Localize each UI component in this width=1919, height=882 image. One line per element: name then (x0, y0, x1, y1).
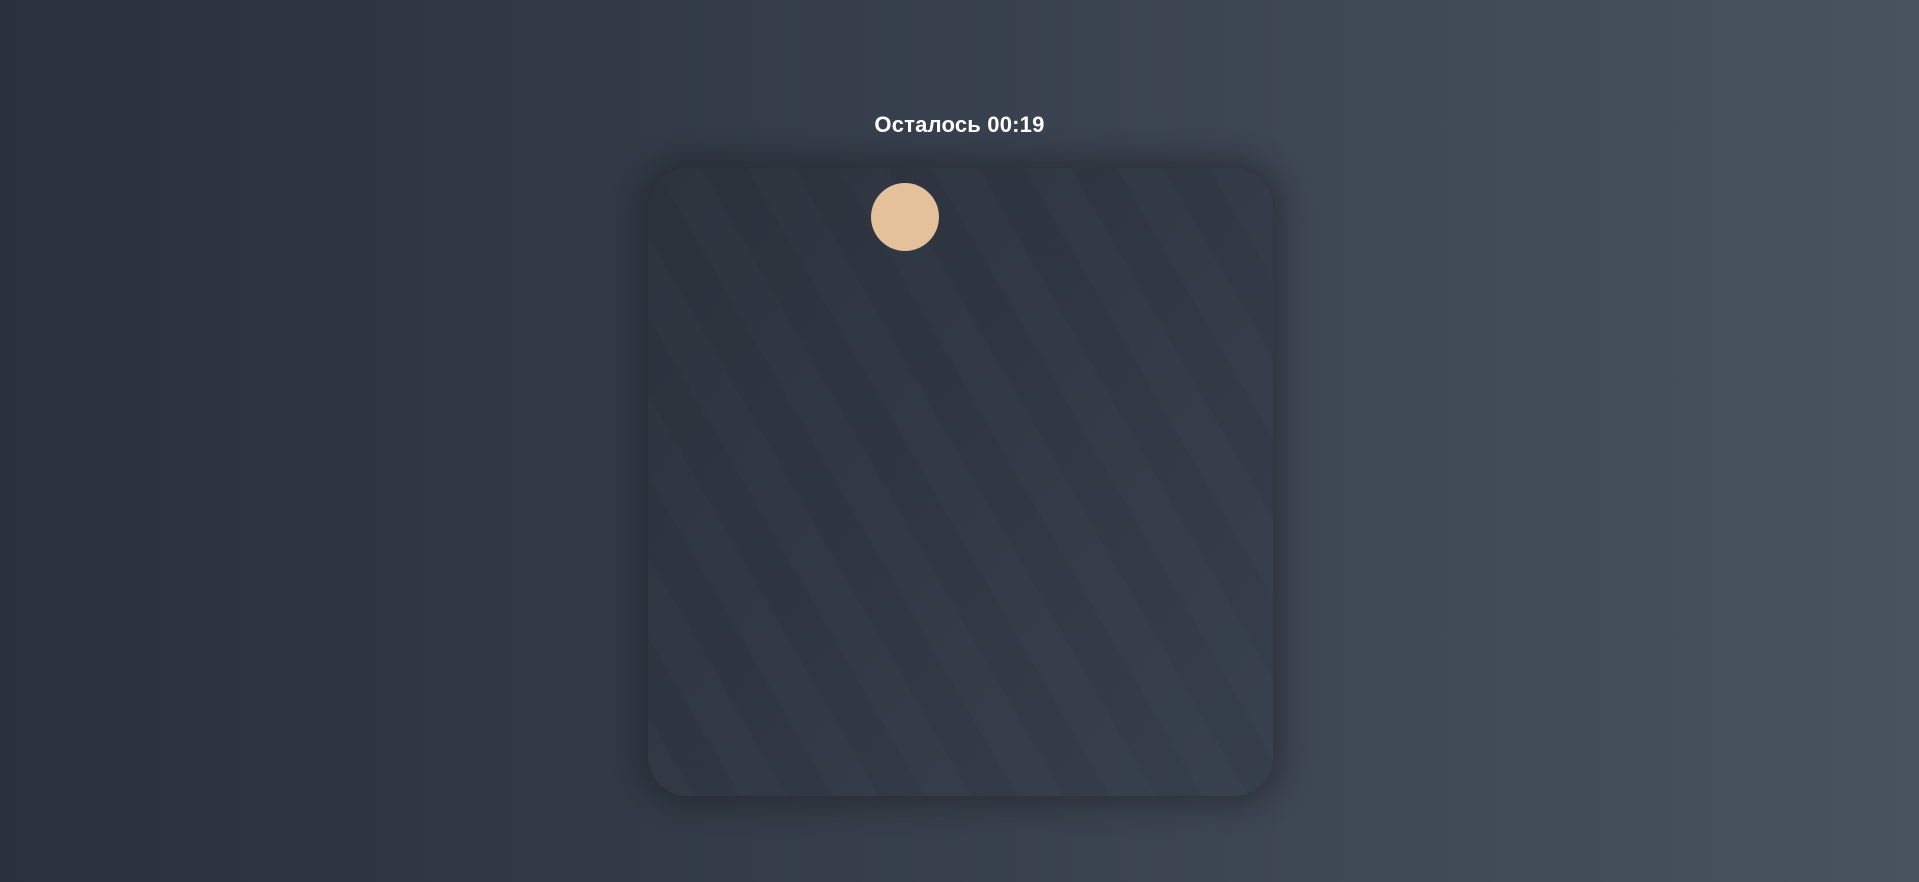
target-circle[interactable] (871, 183, 939, 251)
game-arena[interactable] (648, 168, 1273, 796)
time-remaining-label: Осталось 00:19 (874, 112, 1045, 137)
arena-background-pattern (648, 168, 1273, 796)
